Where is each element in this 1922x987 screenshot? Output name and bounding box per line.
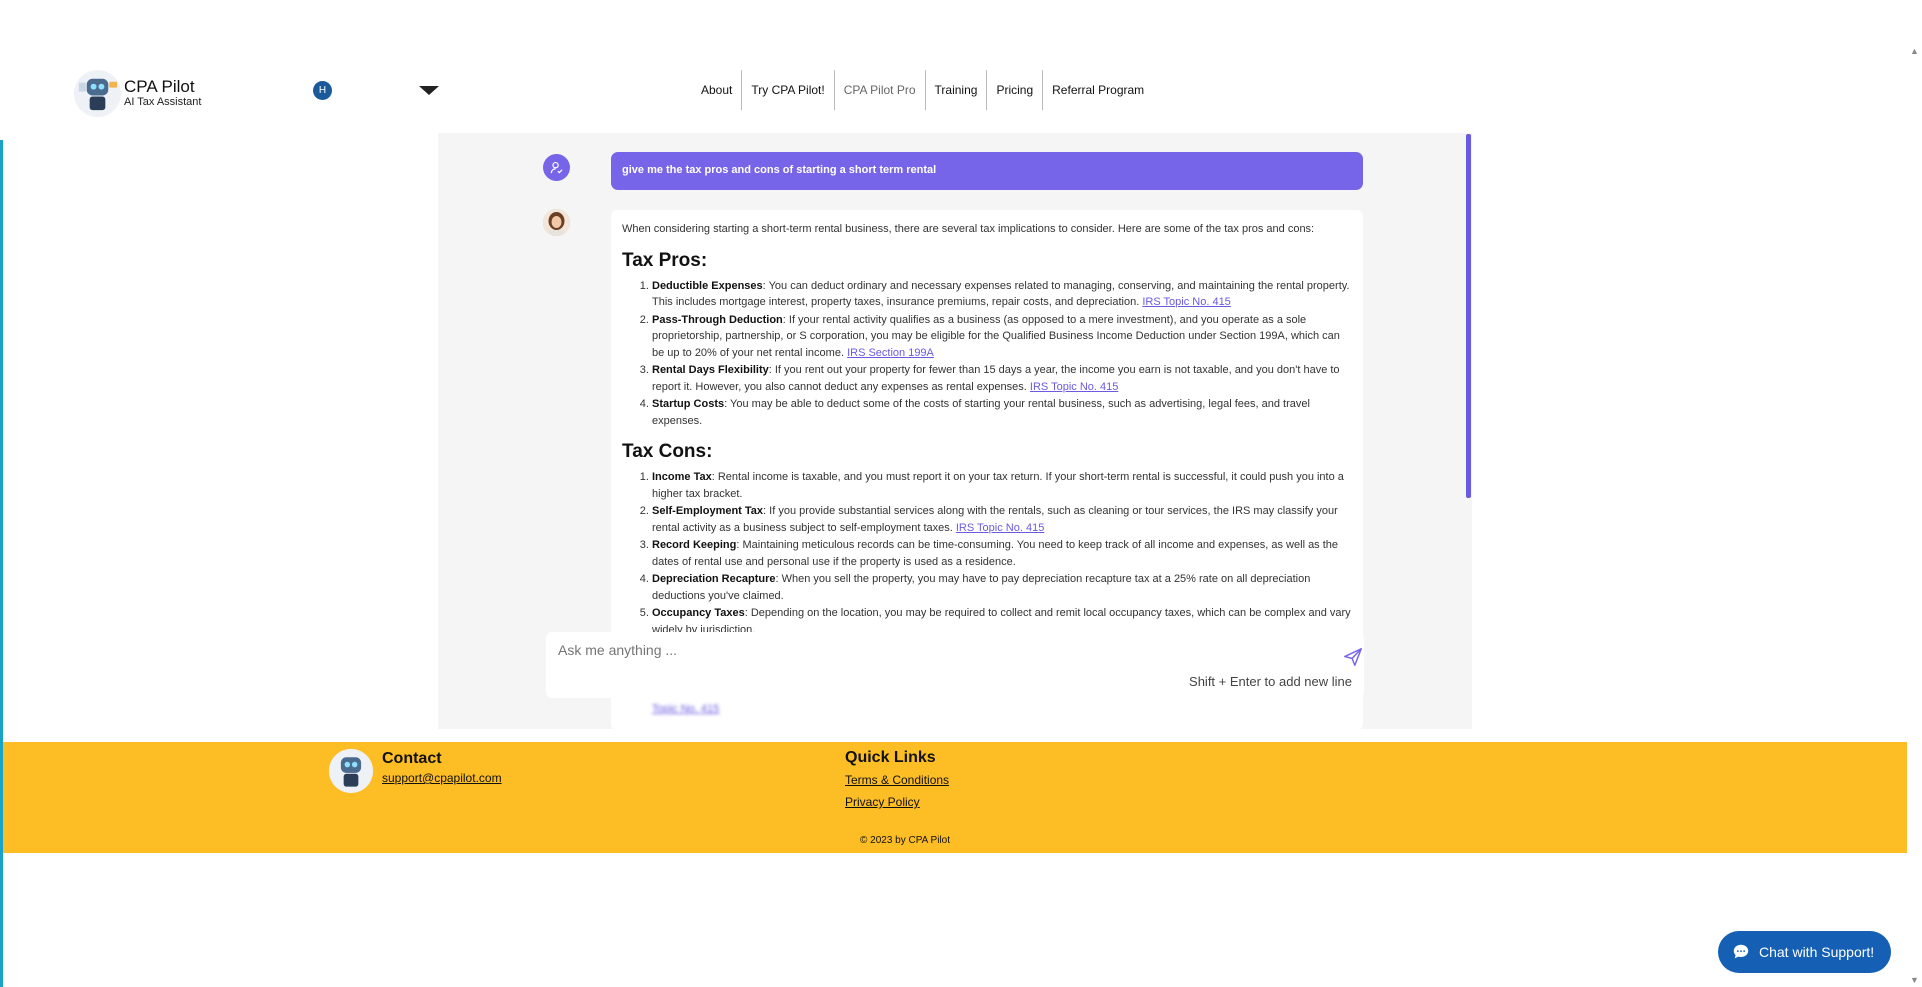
list-item: Depreciation Recapture: When you sell th… bbox=[652, 571, 1352, 604]
chevron-down-icon[interactable] bbox=[419, 86, 439, 95]
list-item-text: : Rental income is taxable, and you must… bbox=[652, 471, 1344, 500]
source-link[interactable]: IRS Section 199A bbox=[847, 347, 934, 359]
list-item: Record Keeping: Maintaining meticulous r… bbox=[652, 537, 1352, 570]
list-item: Startup Costs: You may be able to deduct… bbox=[652, 396, 1352, 429]
page: CPA Pilot AI Tax Assistant H About Try C… bbox=[0, 0, 1922, 987]
quick-links-heading: Quick Links bbox=[845, 749, 936, 766]
site-header: CPA Pilot AI Tax Assistant H About Try C… bbox=[0, 42, 1922, 140]
robot-logo-icon bbox=[328, 748, 374, 794]
brand-name: CPA Pilot bbox=[124, 77, 195, 96]
list-item-term: Pass-Through Deduction bbox=[652, 313, 783, 326]
list-item-term: Income Tax bbox=[652, 471, 712, 483]
contact-email-link[interactable]: support@cpapilot.com bbox=[382, 771, 502, 785]
pros-heading: Tax Pros: bbox=[622, 249, 708, 271]
list-item-term: Rental Days Flexibility bbox=[652, 364, 769, 376]
user-icon bbox=[550, 161, 563, 174]
composer-hint: Shift + Enter to add new line bbox=[1189, 674, 1352, 689]
scroll-up-icon[interactable]: ▲ bbox=[1910, 46, 1919, 56]
page-scrollbar[interactable]: ▲ ▼ bbox=[1907, 42, 1922, 987]
list-item-term: Self-Employment Tax bbox=[652, 505, 764, 517]
scroll-down-icon[interactable]: ▼ bbox=[1910, 975, 1919, 985]
list-item-term: Startup Costs bbox=[652, 398, 725, 410]
composer: Shift + Enter to add new line bbox=[546, 632, 1364, 698]
nav-about[interactable]: About bbox=[692, 70, 743, 110]
nav-try-cpa-pilot[interactable]: Try CPA Pilot! bbox=[742, 70, 835, 110]
source-link[interactable]: IRS Topic No. 415 bbox=[1142, 296, 1230, 308]
assistant-portrait-icon bbox=[543, 209, 570, 236]
list-item-term: Occupancy Taxes bbox=[652, 607, 745, 619]
site-footer: Contact support@cpapilot.com Quick Links… bbox=[3, 742, 1922, 853]
chat-with-support-button[interactable]: Chat with Support! bbox=[1718, 931, 1891, 973]
blurred-overflow-text: Topic No. 415 bbox=[611, 698, 1363, 730]
list-item: Pass-Through Deduction: If your rental a… bbox=[652, 312, 1352, 362]
assistant-intro: When considering starting a short-term r… bbox=[622, 223, 1315, 235]
nav-training[interactable]: Training bbox=[926, 70, 988, 110]
source-link[interactable]: IRS Topic No. 415 bbox=[956, 522, 1044, 534]
list-item-term: Depreciation Recapture bbox=[652, 573, 776, 585]
copyright: © 2023 by CPA Pilot bbox=[860, 835, 951, 846]
support-label: Chat with Support! bbox=[1759, 944, 1875, 960]
assistant-avatar bbox=[543, 209, 570, 236]
user-avatar[interactable]: H bbox=[313, 81, 332, 100]
list-item: Rental Days Flexibility: If you rent out… bbox=[652, 362, 1352, 395]
list-item: Income Tax: Rental income is taxable, an… bbox=[652, 469, 1352, 502]
chat-input[interactable] bbox=[558, 640, 1298, 660]
logo[interactable]: CPA Pilot AI Tax Assistant bbox=[73, 69, 201, 118]
main-nav: About Try CPA Pilot! CPA Pilot Pro Train… bbox=[692, 70, 1153, 110]
chat-scrollbar[interactable] bbox=[1466, 134, 1471, 498]
cons-heading: Tax Cons: bbox=[622, 441, 713, 462]
list-item-term: Record Keeping bbox=[652, 539, 737, 551]
cons-list: Income Tax: Rental income is taxable, an… bbox=[622, 469, 1352, 638]
chat-bubble-icon bbox=[1733, 944, 1749, 959]
brand-tagline: AI Tax Assistant bbox=[124, 96, 202, 108]
source-link[interactable]: Topic No. 415 bbox=[652, 703, 719, 715]
contact-heading: Contact bbox=[382, 750, 442, 767]
list-item-text: : You may be able to deduct some of the … bbox=[652, 398, 1310, 427]
user-message: give me the tax pros and cons of startin… bbox=[611, 152, 1363, 190]
send-icon[interactable] bbox=[1342, 646, 1364, 668]
list-item-text: : Maintaining meticulous records can be … bbox=[652, 539, 1339, 568]
list-item: Deductible Expenses: You can deduct ordi… bbox=[652, 278, 1352, 311]
nav-cpa-pilot-pro[interactable]: CPA Pilot Pro bbox=[835, 70, 926, 110]
nav-referral-program[interactable]: Referral Program bbox=[1043, 70, 1153, 110]
list-item: Self-Employment Tax: If you provide subs… bbox=[652, 503, 1352, 536]
source-link[interactable]: IRS Topic No. 415 bbox=[1030, 381, 1118, 393]
pros-list: Deductible Expenses: You can deduct ordi… bbox=[622, 278, 1352, 430]
robot-logo-icon bbox=[73, 69, 122, 118]
nav-pricing[interactable]: Pricing bbox=[987, 70, 1044, 110]
list-item-term: Deductible Expenses bbox=[652, 279, 763, 292]
user-message-avatar bbox=[543, 154, 570, 181]
privacy-link[interactable]: Privacy Policy bbox=[845, 795, 920, 809]
terms-link[interactable]: Terms & Conditions bbox=[845, 773, 949, 787]
